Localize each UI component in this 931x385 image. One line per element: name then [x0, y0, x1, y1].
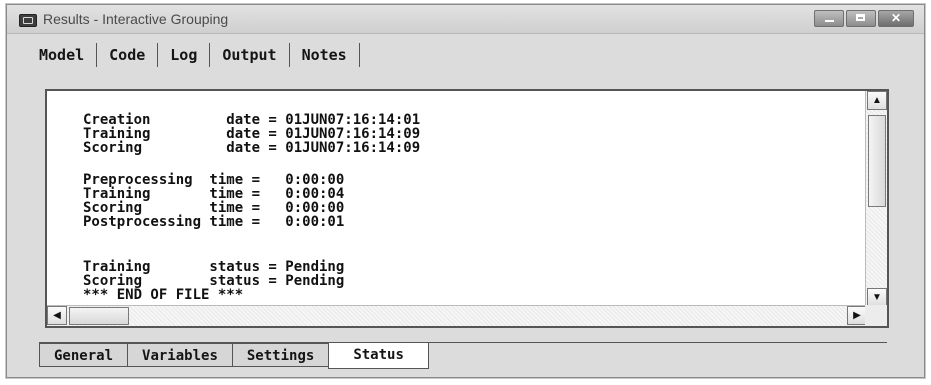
status-panel: Creation date = 01JUN07:16:14:01 Trainin… — [45, 89, 889, 328]
chevron-right-icon: ▶ — [853, 310, 861, 321]
status-line: Scoring time = 0:00:00 — [83, 200, 345, 216]
top-tab-bar: Model Code Log Output Notes — [31, 39, 360, 67]
maximize-button[interactable] — [846, 10, 876, 27]
tab-settings[interactable]: Settings — [231, 343, 329, 367]
bottom-tab-bar: General Variables Settings Status — [39, 343, 429, 369]
status-line: Training status = Pending — [83, 259, 345, 275]
status-line: Creation date = 01JUN07:16:14:01 — [83, 112, 421, 128]
scroll-right-button[interactable]: ▶ — [847, 306, 867, 325]
scroll-left-button[interactable]: ◀ — [47, 306, 67, 325]
status-line: Postprocessing time = 0:00:01 — [83, 214, 345, 230]
window-app-icon — [19, 14, 37, 27]
chevron-down-icon: ▼ — [872, 292, 882, 303]
status-line: Training time = 0:00:04 — [83, 186, 345, 202]
status-text-area[interactable]: Creation date = 01JUN07:16:14:01 Trainin… — [47, 91, 867, 307]
tab-general[interactable]: General — [39, 343, 128, 367]
window-title: Results - Interactive Grouping — [43, 11, 229, 27]
horizontal-scrollbar[interactable]: ◀ ▶ — [47, 305, 867, 326]
minimize-button[interactable] — [814, 10, 844, 27]
tab-log[interactable]: Log — [158, 43, 211, 67]
chevron-left-icon: ◀ — [53, 310, 61, 321]
status-line: Preprocessing time = 0:00:00 — [83, 172, 345, 188]
close-button[interactable]: ✕ — [878, 10, 914, 27]
window-controls: ✕ — [812, 10, 914, 28]
vertical-scroll-thumb[interactable] — [868, 115, 886, 207]
title-bar[interactable]: Results - Interactive Grouping ✕ — [7, 5, 924, 34]
tab-notes[interactable]: Notes — [290, 43, 360, 67]
tab-code[interactable]: Code — [97, 43, 159, 67]
status-line: *** END OF FILE *** — [83, 287, 244, 303]
close-icon: ✕ — [890, 11, 902, 25]
vertical-scrollbar[interactable]: ▲ ▼ — [865, 91, 887, 307]
tab-variables[interactable]: Variables — [127, 343, 232, 367]
status-line: Scoring status = Pending — [83, 273, 345, 289]
scrollbar-corner — [865, 305, 887, 326]
chevron-up-icon: ▲ — [872, 95, 882, 106]
tab-status[interactable]: Status — [328, 343, 429, 369]
scroll-up-button[interactable]: ▲ — [867, 91, 887, 110]
results-window: Results - Interactive Grouping ✕ Model C… — [6, 4, 925, 378]
status-line: Scoring date = 01JUN07:16:14:09 — [83, 140, 421, 156]
horizontal-scroll-thumb[interactable] — [69, 307, 129, 325]
status-line: Training date = 01JUN07:16:14:09 — [83, 126, 421, 142]
tab-output[interactable]: Output — [210, 43, 290, 67]
tab-model[interactable]: Model — [31, 43, 98, 67]
